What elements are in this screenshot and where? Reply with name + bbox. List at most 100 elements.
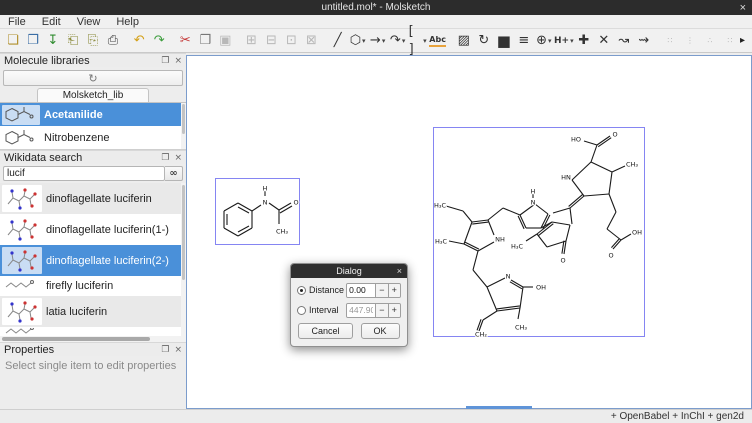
- toolbar-separator: [448, 33, 454, 49]
- ok-button[interactable]: OK: [361, 323, 400, 339]
- hydrogen-tool-icon[interactable]: H+▾: [555, 31, 573, 51]
- interval-row: Interval − +: [297, 302, 401, 318]
- charge-tool-icon[interactable]: ⊕▾: [535, 31, 553, 51]
- toolbar-separator: [235, 33, 241, 49]
- library-item[interactable]: Nitrobenzene: [0, 126, 186, 149]
- line-width-icon[interactable]: ≡: [515, 31, 533, 51]
- dropdown-caret-icon[interactable]: ▾: [423, 37, 427, 45]
- svg-text:CH₃: CH₃: [276, 227, 288, 235]
- draw-tool-icon[interactable]: ╱: [329, 31, 347, 51]
- wikidata-hscrollbar[interactable]: [0, 336, 186, 342]
- print-icon[interactable]: ⎙: [104, 31, 122, 51]
- svg-text:OH: OH: [536, 283, 546, 291]
- arrow-tool-icon[interactable]: →▾: [369, 31, 387, 51]
- interval-plus-button[interactable]: +: [388, 304, 400, 317]
- svg-text:H: H: [531, 187, 536, 195]
- wikidata-result-item[interactable]: latia luciferin: [0, 296, 186, 327]
- curved-arrow-tool-icon[interactable]: ↷▾: [389, 31, 407, 51]
- cancel-button[interactable]: Cancel: [298, 323, 352, 339]
- svg-text:H: H: [263, 184, 268, 192]
- toolbar-overflow-icon[interactable]: ▸: [740, 35, 749, 46]
- library-refresh-button[interactable]: ↻: [3, 70, 183, 86]
- svg-text:N: N: [263, 198, 268, 206]
- wikidata-result-item[interactable]: dinoflagellate luciferin: [0, 183, 186, 214]
- float-panel-icon[interactable]: ❐: [161, 345, 169, 355]
- molecule-thumbnail: [2, 128, 40, 148]
- statusbar-text: + OpenBabel + InChI + gen2d: [611, 411, 744, 422]
- export-document-icon[interactable]: ⎘: [84, 31, 102, 51]
- molecule-thumbnail: [2, 328, 42, 335]
- dropdown-caret-icon[interactable]: ▾: [382, 37, 386, 45]
- dialog-title: Dialog: [336, 266, 362, 276]
- menu-view[interactable]: View: [69, 16, 109, 28]
- wikidata-panel-header: Wikidata search ❐ ×: [0, 150, 186, 164]
- svg-text:CH₃: CH₃: [515, 323, 527, 331]
- close-panel-icon[interactable]: ×: [174, 345, 182, 355]
- open-file-icon[interactable]: ❐: [24, 31, 42, 51]
- float-panel-icon[interactable]: ❐: [161, 153, 169, 163]
- dinoflagellate-luciferin-structure[interactable]: HOOCH₃HNHNOHOH₃CNHH₃CH₃CONOHCH₃CH₂: [433, 127, 645, 337]
- svg-text:O: O: [293, 198, 298, 206]
- dialog: Dialog × Distance − + Interval − + Cance…: [290, 263, 408, 347]
- wikidata-search-input[interactable]: [3, 166, 165, 181]
- mechanism-arrow-1-icon[interactable]: ↝: [615, 31, 633, 51]
- redo-icon[interactable]: ↷: [150, 31, 168, 51]
- distance-minus-button[interactable]: −: [375, 284, 387, 297]
- properties-panel-header: Properties ❐ ×: [0, 342, 186, 356]
- menu-edit[interactable]: Edit: [34, 16, 69, 28]
- text-tool-icon[interactable]: Abc: [429, 31, 447, 51]
- library-item[interactable]: Acetanilide: [0, 103, 186, 126]
- close-panel-icon[interactable]: ×: [174, 56, 182, 66]
- search-button[interactable]: ∞: [165, 166, 183, 181]
- drawing-canvas[interactable]: HNOCH₃HOOCH₃HNHNOHOH₃CNHH₃CH₃CONOHCH₃CH₂: [186, 55, 752, 409]
- hatch-tool-icon[interactable]: ▨: [455, 31, 473, 51]
- menu-help[interactable]: Help: [108, 16, 147, 28]
- dropdown-caret-icon[interactable]: ▾: [570, 37, 574, 45]
- svg-text:H₃C: H₃C: [511, 242, 523, 250]
- close-panel-icon[interactable]: ×: [174, 153, 182, 163]
- rotate-tool-icon[interactable]: ↻: [475, 31, 493, 51]
- dialog-close-icon[interactable]: ×: [397, 266, 402, 276]
- save-file-icon[interactable]: ↧: [44, 31, 62, 51]
- library-tabbar: Molsketch_lib: [0, 88, 186, 103]
- mechanism-arrow-2-icon[interactable]: ⇝: [635, 31, 653, 51]
- import-document-icon[interactable]: ⎗: [64, 31, 82, 51]
- distance-value[interactable]: [347, 284, 375, 297]
- delete-tool-icon[interactable]: ✕: [595, 31, 613, 51]
- bracket-tool-icon[interactable]: [ ]▾: [409, 31, 427, 51]
- distance-plus-button[interactable]: +: [388, 284, 400, 297]
- cut-icon[interactable]: ✂: [176, 31, 194, 51]
- paste-icon: ▣: [216, 31, 234, 51]
- wikidata-result-item[interactable]: dinoflagellate luciferin(1-): [0, 214, 186, 245]
- interval-value[interactable]: [347, 304, 375, 317]
- titlebar: untitled.mol* - Molsketch ×: [0, 0, 752, 15]
- interval-radio[interactable]: [297, 306, 306, 315]
- float-panel-icon[interactable]: ❐: [161, 56, 169, 66]
- dropdown-caret-icon[interactable]: ▾: [402, 37, 406, 45]
- wikidata-result-item-partial[interactable]: [0, 327, 186, 336]
- acetanilide-structure[interactable]: HN O CH₃: [215, 178, 300, 245]
- toolbar-separator: [321, 33, 327, 49]
- distance-radio[interactable]: [297, 286, 306, 295]
- window-title: untitled.mol* - Molsketch: [322, 2, 431, 13]
- ring-tool-icon[interactable]: ⬡▾: [349, 31, 367, 51]
- wikidata-result-item[interactable]: dinoflagellate luciferin(2-): [0, 245, 186, 276]
- toolbar-separator: [654, 33, 660, 49]
- dropdown-caret-icon[interactable]: ▾: [362, 37, 366, 45]
- dropdown-caret-icon[interactable]: ▾: [548, 37, 552, 45]
- add-tool-icon[interactable]: ✚: [575, 31, 593, 51]
- new-document-icon[interactable]: ❏: [4, 31, 22, 51]
- undo-icon[interactable]: ↶: [130, 31, 148, 51]
- tab-molsketch-lib[interactable]: Molsketch_lib: [37, 88, 149, 102]
- copy-icon[interactable]: ❒: [196, 31, 214, 51]
- window-close-icon[interactable]: ×: [740, 0, 746, 15]
- interval-minus-button[interactable]: −: [375, 304, 387, 317]
- color-swatch-icon[interactable]: ■: [495, 31, 513, 51]
- distance-row: Distance − +: [297, 282, 401, 298]
- wikidata-result-item[interactable]: firefly luciferin: [0, 276, 186, 296]
- svg-text:H₃C: H₃C: [435, 237, 447, 245]
- menu-file[interactable]: File: [0, 16, 34, 28]
- molecule-thumbnail: [2, 105, 40, 125]
- wikidata-result-label: dinoflagellate luciferin(1-): [46, 224, 169, 236]
- align-icon: ∷: [721, 31, 739, 51]
